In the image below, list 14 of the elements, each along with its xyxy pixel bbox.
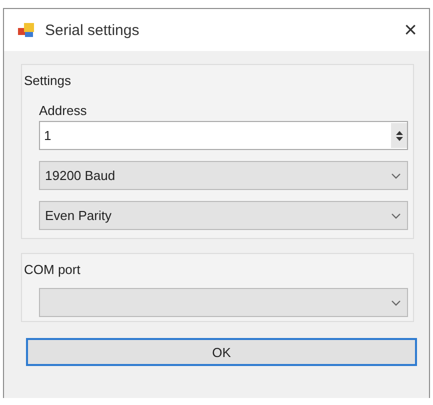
chevron-icon bbox=[391, 212, 401, 218]
chevron-icon bbox=[391, 172, 401, 178]
window-title: Serial settings bbox=[45, 22, 140, 38]
chevron-icon bbox=[391, 300, 401, 306]
number-field[interactable]: 1 bbox=[39, 121, 408, 150]
ok-button[interactable]: OK bbox=[26, 338, 417, 366]
group-title: COM port bbox=[24, 262, 82, 277]
field-label: Address bbox=[39, 103, 88, 118]
group-title: Settings bbox=[24, 73, 72, 88]
dropdown[interactable]: Even Parity bbox=[39, 201, 408, 230]
close-button[interactable]: × bbox=[404, 19, 417, 41]
dropdown[interactable]: 19200 Baud bbox=[39, 161, 408, 190]
app-icon bbox=[18, 22, 36, 38]
spinner-icon[interactable] bbox=[391, 123, 407, 148]
